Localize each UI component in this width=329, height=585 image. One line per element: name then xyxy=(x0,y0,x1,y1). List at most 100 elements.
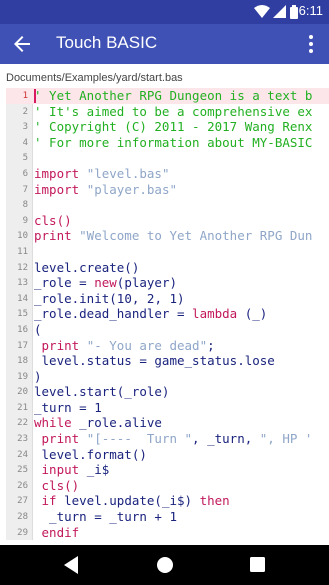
line-number: 24 xyxy=(17,449,28,460)
line-number: 12 xyxy=(17,262,28,273)
code-token-identifier: (_) xyxy=(237,306,268,322)
code-text: ' For more information about MY-BASIC xyxy=(34,135,312,151)
recents-square-icon[interactable] xyxy=(249,555,267,575)
line-number: 20 xyxy=(17,387,28,398)
wifi-icon xyxy=(254,5,270,18)
code-token-identifier: , xyxy=(131,290,147,306)
code-line[interactable]: 1 ' Yet Another RPG Dungeon is a text b xyxy=(6,88,329,104)
code-line[interactable]: 17 print "- You are dead"; xyxy=(6,338,329,354)
code-line[interactable]: 14 _role.init(10, 2, 1) xyxy=(6,291,329,307)
code-text: if level.update(_i$) then xyxy=(34,493,230,509)
line-number: 6 xyxy=(22,168,28,179)
code-token-string: "- You are dead" xyxy=(86,337,208,353)
code-line[interactable]: 9 cls() xyxy=(6,213,329,229)
code-line[interactable]: 23 print "[---- Turn ", _turn, ", HP ' xyxy=(6,431,329,447)
code-token-identifier: , xyxy=(154,290,170,306)
code-text: _role.dead_handler = lambda (_) xyxy=(34,306,267,322)
code-text: _role.init(10, 2, 1) xyxy=(34,291,185,307)
code-line[interactable]: 29 endif xyxy=(6,525,329,540)
line-number: 15 xyxy=(17,309,28,320)
line-number: 29 xyxy=(17,527,28,538)
code-text: import "player.bas" xyxy=(34,182,177,198)
code-text: endif xyxy=(34,525,80,540)
code-text: _role = new(player) xyxy=(34,275,177,291)
code-line[interactable]: 3 ' Copyright (C) 2011 - 2017 Wang Renx xyxy=(6,119,329,135)
navigation-bar xyxy=(0,545,329,585)
code-line[interactable]: 8 xyxy=(6,197,329,213)
code-line[interactable]: 22 while _role.alive xyxy=(6,415,329,431)
code-token-identifier: ) xyxy=(34,368,42,384)
code-text: print "Welcome to Yet Another RPG Dun xyxy=(34,228,312,244)
code-line[interactable]: 2 ' It's aimed to be a comprehensive ex xyxy=(6,104,329,120)
code-line[interactable]: 13 _role = new(player) xyxy=(6,275,329,291)
code-line[interactable]: 20 level.start(_role) xyxy=(6,384,329,400)
line-number: 27 xyxy=(17,496,28,507)
code-token-identifier: level.update(_i$) xyxy=(64,493,200,509)
code-token-string: "[---- Turn " xyxy=(86,431,193,447)
line-number: 1 xyxy=(22,91,28,101)
code-editor[interactable]: 1 ' Yet Another RPG Dungeon is a text b 2 '… xyxy=(6,88,329,540)
code-token-identifier: _turn = xyxy=(34,399,95,415)
line-number: 19 xyxy=(17,371,28,382)
line-number: 9 xyxy=(22,215,28,226)
code-token-identifier: ( xyxy=(34,321,42,337)
line-number: 8 xyxy=(22,200,28,211)
line-number: 26 xyxy=(17,480,28,491)
code-token-keyword: new xyxy=(94,275,117,291)
code-token-identifier: (player) xyxy=(116,275,178,291)
code-token-keyword: cls() xyxy=(34,477,80,493)
code-token-comment: ' Yet Another RPG Dungeon is a text b xyxy=(34,88,313,103)
code-line[interactable]: 21 _turn = 1 xyxy=(6,400,329,416)
line-number: 13 xyxy=(17,278,28,289)
code-line[interactable]: 5 xyxy=(6,150,329,166)
code-line[interactable]: 26 cls() xyxy=(6,478,329,494)
code-text: import "level.bas" xyxy=(34,166,169,182)
code-token-keyword: print xyxy=(34,337,87,353)
code-text: ) xyxy=(34,369,42,385)
app-title: Touch BASIC xyxy=(56,33,158,52)
home-circle-icon[interactable] xyxy=(155,555,175,575)
code-line[interactable]: 27 if level.update(_i$) then xyxy=(6,493,329,509)
line-number: 11 xyxy=(17,246,28,257)
line-number: 7 xyxy=(22,184,28,195)
code-token-keyword: cls() xyxy=(34,212,72,228)
code-text: _turn = _turn + 1 xyxy=(34,509,177,525)
code-line[interactable]: 4 ' For more information about MY-BASIC xyxy=(6,135,329,151)
code-line[interactable]: 24 level.format() xyxy=(6,447,329,463)
code-line[interactable]: 15 _role.dead_handler = lambda (_) xyxy=(6,306,329,322)
line-number: 14 xyxy=(17,293,28,304)
code-token-identifier: _role.dead_handler = xyxy=(34,306,193,322)
more-vert-icon[interactable] xyxy=(301,32,321,56)
code-token-identifier: _i$ xyxy=(86,462,110,478)
code-text: ' Copyright (C) 2011 - 2017 Wang Renx xyxy=(34,119,312,135)
code-text: while _role.alive xyxy=(34,415,162,431)
code-token-keyword: then xyxy=(199,493,230,509)
code-token-string: ", HP ' xyxy=(259,431,313,447)
battery-icon xyxy=(290,5,298,19)
code-token-string: "Welcome to Yet Another RPG Dun xyxy=(79,228,313,244)
code-text: print "- You are dead"; xyxy=(34,338,215,354)
file-path: Documents/Examples/yard/start.bas xyxy=(6,72,183,84)
code-line[interactable]: 25 input _i$ xyxy=(6,462,329,478)
code-token-identifier: _turn = _turn + xyxy=(34,509,170,525)
code-line[interactable]: 28 _turn = _turn + 1 xyxy=(6,509,329,525)
line-number: 16 xyxy=(17,324,28,335)
code-token-keyword: print xyxy=(34,228,80,244)
code-line[interactable]: 18 level.status = game_status.lose xyxy=(6,353,329,369)
code-line[interactable]: 19) xyxy=(6,369,329,385)
code-line[interactable]: 12 level.create() xyxy=(6,260,329,276)
code-line[interactable]: 11 xyxy=(6,244,329,260)
code-lines: 1 ' Yet Another RPG Dungeon is a text b 2 '… xyxy=(6,88,329,540)
code-line[interactable]: 10 print "Welcome to Yet Another RPG Dun xyxy=(6,228,329,244)
code-token-keyword: while xyxy=(34,415,80,431)
back-triangle-icon[interactable] xyxy=(62,555,80,575)
code-line[interactable]: 16 ( xyxy=(6,322,329,338)
code-token-string: "level.bas" xyxy=(86,165,170,181)
code-token-identifier: ; xyxy=(207,337,215,353)
code-text: ( xyxy=(34,322,42,338)
arrow-left-icon[interactable] xyxy=(10,32,34,56)
code-line[interactable]: 6 import "level.bas" xyxy=(6,166,329,182)
code-line[interactable]: 7 import "player.bas" xyxy=(6,182,329,198)
line-number: 28 xyxy=(17,512,28,523)
code-token-number: 1 xyxy=(169,290,178,306)
